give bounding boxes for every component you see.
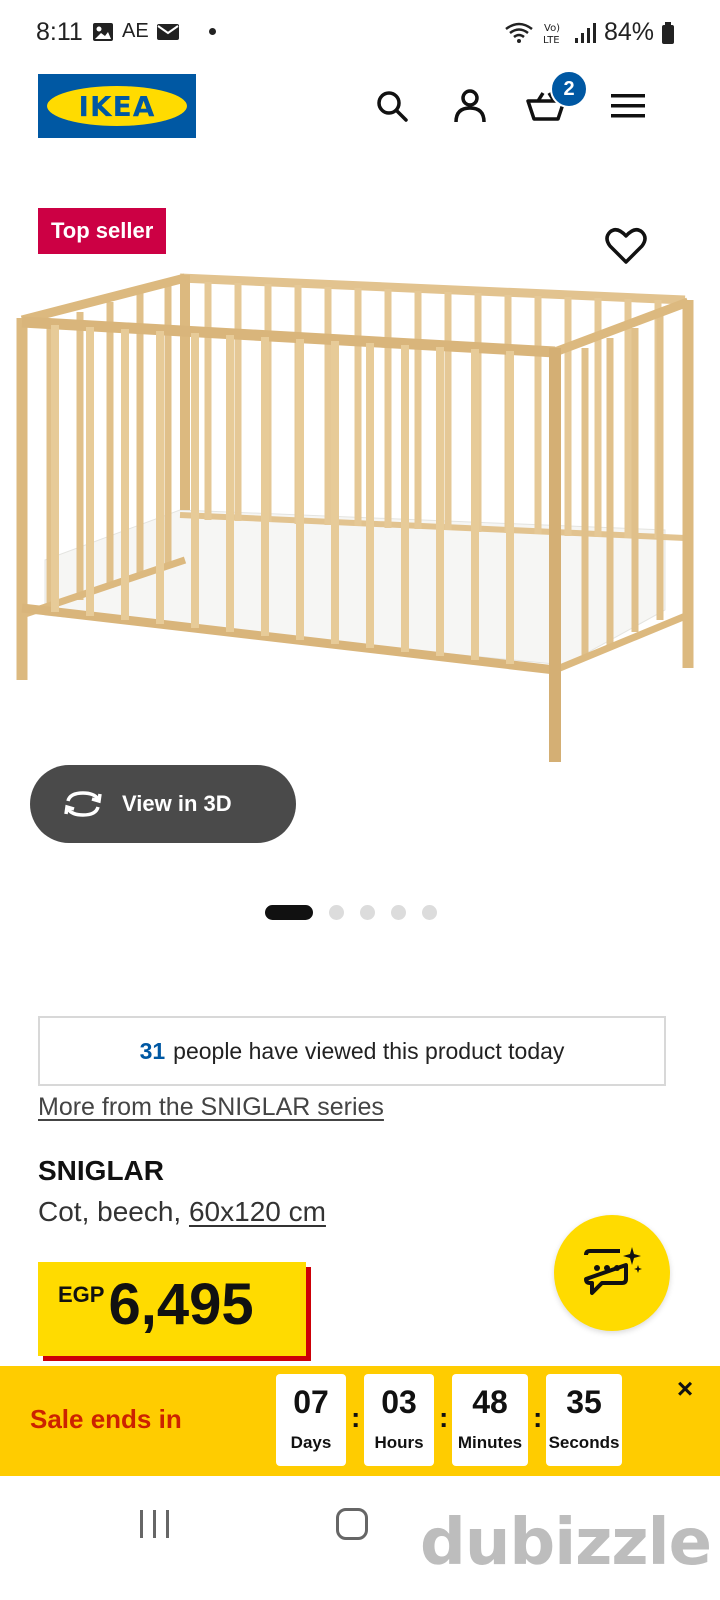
countdown-unit: Seconds [548, 1433, 620, 1452]
product-desc-prefix: Cot, beech, [38, 1196, 182, 1227]
countdown-unit: Minutes [457, 1433, 523, 1452]
product-size-link[interactable]: 60x120 cm [189, 1196, 326, 1227]
price-currency: EGP [58, 1282, 105, 1307]
signal-icon [574, 22, 596, 43]
recent-apps-icon[interactable] [140, 1510, 169, 1538]
battery-icon [662, 21, 674, 44]
status-left-icons: AE [92, 20, 216, 43]
countdown-separator: : [439, 1402, 449, 1433]
pager-dot[interactable] [422, 905, 437, 920]
pager-dot[interactable] [391, 905, 406, 920]
countdown-separator: : [351, 1402, 361, 1433]
app-header: IKEA 2 [0, 66, 720, 150]
image-pager[interactable] [265, 905, 437, 920]
countdown-value: 35 [566, 1384, 602, 1420]
watermark: dubizzle [420, 1506, 712, 1580]
search-icon[interactable] [372, 86, 412, 126]
top-seller-badge: Top seller [38, 208, 167, 254]
product-views-notice: 31 people have viewed this product today [38, 1016, 666, 1086]
svg-text:Vo): Vo) [544, 23, 560, 34]
countdown-value: 03 [381, 1384, 417, 1420]
view-in-3d-button[interactable]: View in 3D [30, 765, 296, 843]
status-time: 8:11 [36, 18, 83, 46]
pager-dot[interactable] [265, 905, 313, 920]
countdown-minutes: 48 Minutes [452, 1374, 528, 1466]
notification-dot-icon [208, 28, 216, 35]
views-count: 31 [139, 1037, 166, 1064]
countdown-seconds: 35 Seconds [546, 1374, 622, 1466]
status-bar: 8:11 AE Vo) LTE 84% [0, 0, 720, 66]
product-description: Cot, beech, 60x120 cm [38, 1196, 326, 1228]
countdown-separator: : [533, 1402, 543, 1433]
price-value: 6,495 [108, 1272, 254, 1337]
view-in-3d-label: View in 3D [122, 791, 232, 816]
logo-text: IKEA [78, 89, 156, 123]
account-icon[interactable] [450, 86, 490, 126]
gallery-icon [93, 22, 113, 41]
battery-percent: 84% [603, 18, 654, 46]
carrier-label: AE [122, 20, 149, 42]
ikea-logo[interactable]: IKEA [38, 74, 196, 138]
product-image[interactable] [10, 270, 700, 770]
product-name: SNIGLAR [38, 1155, 164, 1186]
chat-assistant-button[interactable] [554, 1215, 670, 1331]
volte-icon: Vo)LTE [543, 23, 560, 46]
mail-icon [156, 23, 179, 40]
sale-label: Sale ends in [30, 1404, 182, 1434]
logo-oval: IKEA [47, 86, 187, 126]
system-nav-bar: dubizzle [0, 1476, 720, 1600]
home-icon[interactable] [336, 1508, 368, 1540]
wifi-icon [505, 22, 533, 43]
rotate-3d-icon [64, 791, 102, 817]
sale-countdown-banner: Sale ends in 07 Days : 03 Hours : 48 Min… [0, 1366, 720, 1476]
countdown-value: 07 [293, 1384, 329, 1420]
countdown-unit: Hours [374, 1433, 424, 1452]
product-gallery[interactable]: Top seller View in 3D [0, 190, 720, 950]
countdown-value: 48 [472, 1384, 508, 1420]
countdown-days: 07 Days [276, 1374, 346, 1466]
pager-dot[interactable] [360, 905, 375, 920]
countdown-unit: Days [290, 1433, 332, 1452]
heart-icon[interactable] [605, 226, 647, 268]
price-tag: EGP 6,495 [38, 1262, 306, 1356]
countdown-hours: 03 Hours [364, 1374, 434, 1466]
menu-icon[interactable] [608, 86, 648, 126]
pager-dot[interactable] [329, 905, 344, 920]
close-icon[interactable]: × [670, 1374, 700, 1404]
views-text: people have viewed this product today [173, 1037, 565, 1064]
series-link[interactable]: More from the SNIGLAR series [38, 1093, 384, 1122]
svg-text:LTE: LTE [543, 35, 560, 46]
chat-sparkle-icon [584, 1247, 642, 1295]
cart-count-badge[interactable]: 2 [550, 70, 588, 108]
status-right-icons: Vo) LTE 84% [504, 18, 674, 47]
